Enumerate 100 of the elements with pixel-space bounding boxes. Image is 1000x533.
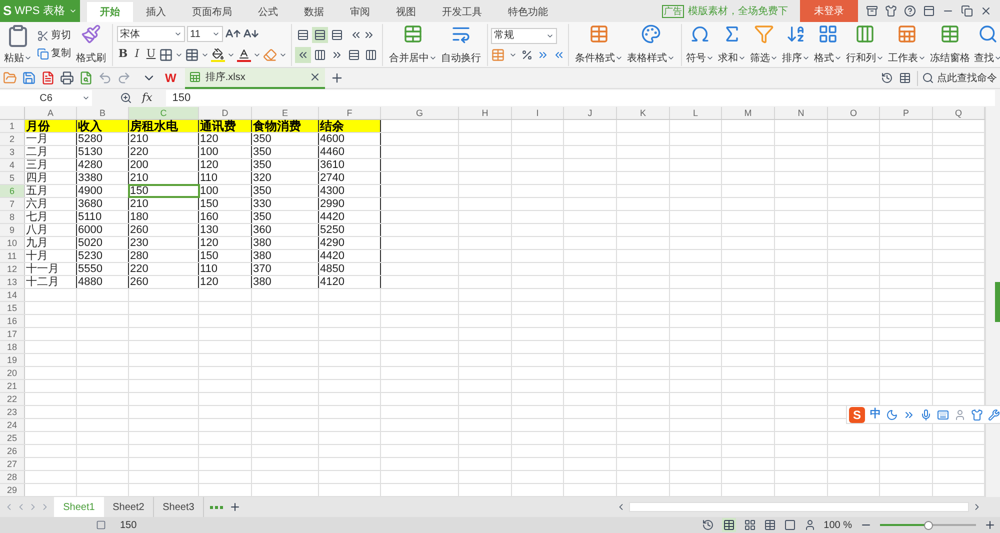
column-header[interactable]: K (617, 107, 670, 119)
shirt-icon[interactable] (885, 5, 897, 17)
font-name-select[interactable]: 宋体 (117, 26, 185, 42)
column-header[interactable]: M (722, 107, 775, 119)
docs-logo[interactable]: W (161, 69, 180, 87)
formula-field[interactable]: 150 (166, 90, 995, 106)
row-header[interactable]: 5 (0, 172, 25, 184)
save-icon[interactable] (22, 71, 36, 85)
table-cell[interactable]: 120 (199, 276, 252, 288)
wrench-icon[interactable] (988, 408, 1000, 420)
column-header[interactable]: E (252, 107, 319, 119)
table-cell[interactable]: 七月 (25, 211, 77, 223)
row-header[interactable]: 13 (0, 276, 25, 288)
menu-tab[interactable]: 视图 (383, 2, 429, 22)
layout-icon[interactable] (899, 72, 911, 84)
table-cell[interactable]: 120 (199, 133, 252, 145)
column-header[interactable]: I (512, 107, 564, 119)
column-header[interactable]: J (564, 107, 617, 119)
zoom-in-icon[interactable] (984, 519, 996, 531)
menu-tab[interactable]: 审阅 (337, 2, 383, 22)
row-header[interactable]: 22 (0, 393, 25, 405)
menu-tab[interactable]: 公式 (245, 2, 291, 22)
ribbon-button[interactable]: 工作表 (886, 24, 928, 66)
table-cell[interactable]: 110 (199, 172, 252, 184)
table-cell[interactable]: 360 (252, 224, 319, 236)
font-style-button[interactable]: I (131, 46, 143, 63)
row-header[interactable]: 9 (0, 224, 25, 236)
table-cell[interactable]: 5130 (77, 146, 129, 158)
table-cell[interactable]: 九月 (25, 237, 77, 249)
table-cell[interactable]: 350 (252, 185, 319, 197)
table-cell[interactable]: 5250 (319, 224, 381, 236)
row-header[interactable]: 7 (0, 198, 25, 210)
table-cell[interactable]: 280 (129, 250, 199, 262)
ribbon-button[interactable]: 查找 (972, 24, 1000, 66)
printer-icon[interactable] (60, 71, 74, 85)
ribbon-button[interactable]: 自动换行 (439, 24, 483, 66)
row-header[interactable]: 24 (0, 419, 25, 431)
user-icon[interactable] (954, 408, 966, 420)
row-header[interactable]: 23 (0, 406, 25, 418)
ribbon-button[interactable]: 排序 (780, 24, 812, 66)
table-cell[interactable]: 180 (129, 211, 199, 223)
row-header[interactable]: 8 (0, 211, 25, 223)
normal-view-icon[interactable] (722, 518, 736, 532)
table-cell[interactable]: 4600 (319, 133, 381, 145)
table-cell[interactable]: 4420 (319, 250, 381, 262)
table-cell[interactable]: 十二月 (25, 276, 77, 288)
ribbon-button[interactable]: 行和列 (844, 24, 886, 66)
table-cell[interactable]: 220 (129, 263, 199, 275)
help-icon[interactable] (904, 5, 916, 17)
table-cell[interactable]: 十一月 (25, 263, 77, 275)
fill-color-icon[interactable] (211, 48, 225, 62)
ribbon-button[interactable]: 求和 (716, 24, 748, 66)
header-cell[interactable]: 收入 (77, 120, 129, 132)
horizontal-align-button[interactable] (295, 46, 311, 62)
row-header[interactable]: 28 (0, 471, 25, 483)
table-cell[interactable]: 380 (252, 250, 319, 262)
horizontal-scrollbar[interactable] (629, 502, 969, 512)
font-style-button[interactable]: B (117, 46, 129, 63)
row-header[interactable]: 17 (0, 328, 25, 340)
table-cell[interactable]: 320 (252, 172, 319, 184)
column-header[interactable]: F (319, 107, 381, 119)
font-color-icon[interactable] (237, 48, 251, 62)
table-cell[interactable]: 5110 (77, 211, 129, 223)
font-size-select[interactable]: 11 (187, 26, 223, 42)
table-cell[interactable]: 四月 (25, 172, 77, 184)
ribbon-button[interactable]: 格式 (812, 24, 844, 66)
archive-icon[interactable] (866, 5, 878, 17)
table-cell[interactable]: 八月 (25, 224, 77, 236)
microphone-icon[interactable] (920, 408, 932, 420)
menu-tab[interactable]: 页面布局 (179, 2, 245, 22)
moon-icon[interactable] (886, 408, 898, 420)
row-header[interactable]: 14 (0, 289, 25, 301)
row-header[interactable]: 19 (0, 354, 25, 366)
ribbon-button[interactable]: 符号 (684, 24, 716, 66)
table-cell[interactable]: 4850 (319, 263, 381, 275)
ribbon-button[interactable]: 筛选 (748, 24, 780, 66)
column-header[interactable]: O (828, 107, 880, 119)
column-header[interactable]: P (880, 107, 933, 119)
row-header[interactable]: 21 (0, 380, 25, 392)
header-cell[interactable]: 月份 (25, 120, 77, 132)
menu-tab[interactable]: 特色功能 (495, 2, 561, 22)
row-header[interactable]: 4 (0, 159, 25, 171)
row-header[interactable]: 15 (0, 302, 25, 314)
table-cell[interactable]: 120 (199, 237, 252, 249)
table-cell[interactable]: 5280 (77, 133, 129, 145)
add-sheet-icon[interactable] (229, 501, 241, 513)
table-cell[interactable]: 260 (129, 276, 199, 288)
table-cell[interactable]: 4300 (319, 185, 381, 197)
new-tab-icon[interactable] (330, 71, 344, 85)
row-header[interactable]: 18 (0, 341, 25, 353)
row-header[interactable]: 12 (0, 263, 25, 275)
more-sheets-icon[interactable] (210, 506, 223, 508)
table-cell[interactable]: 150 (199, 198, 252, 210)
ribbon-button[interactable]: 合并居中 (387, 24, 439, 66)
table-cell[interactable]: 4880 (77, 276, 129, 288)
cut-button[interactable]: 剪切 (37, 28, 71, 43)
paste-button[interactable]: 粘贴 (2, 24, 34, 66)
name-box[interactable]: C6 (0, 90, 92, 106)
history-icon[interactable] (881, 72, 893, 84)
font-style-button[interactable]: U (145, 46, 157, 63)
